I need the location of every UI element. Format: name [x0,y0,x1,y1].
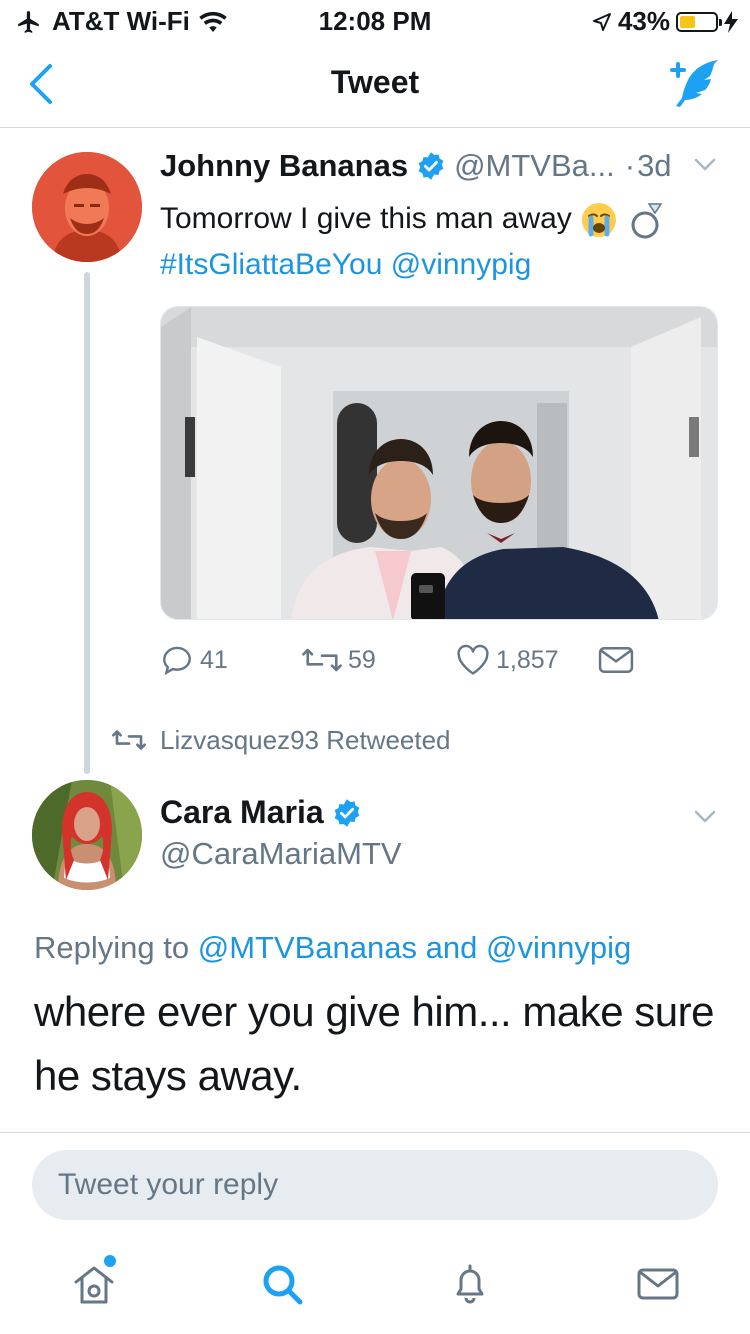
replying-mention-1[interactable]: @MTVBananas [198,930,417,965]
retweet-action[interactable]: 59 [302,640,376,680]
tweet-actions: 41 59 1,857 [160,640,720,680]
mention-link[interactable]: @vinnypig [391,248,532,281]
status-bar: AT&T Wi-Fi 12:08 PM 43% [0,0,750,40]
hashtag-link[interactable]: #ItsGliattaBeYou [160,248,382,281]
author-handle[interactable]: @CaraMariaMTV [160,836,402,872]
messages-icon[interactable] [634,1260,682,1308]
location-arrow-icon [592,12,611,31]
divider [0,1132,750,1133]
home-icon[interactable] [70,1260,118,1308]
like-count: 1,857 [496,645,559,674]
thread-line [84,272,90,774]
nav-bar: Tweet [0,40,750,128]
replying-prefix: Replying to [34,930,190,965]
battery-percent: 43% [617,6,670,36]
author-name[interactable]: Johnny Bananas [160,148,408,184]
tweet-header: Johnny Bananas @MTVBa... · 3d [160,146,720,186]
reply-icon [163,646,191,676]
retweet-context-label: Lizvasquez93 Retweeted [160,724,451,755]
retweet-icon [302,648,342,672]
dm-action[interactable] [598,640,634,680]
reply-author: Cara Maria [160,794,362,831]
envelope-icon [598,646,634,674]
chevron-down-icon[interactable] [694,808,716,826]
tweet-time: 3d [637,148,672,183]
page-title: Tweet [330,64,420,100]
reply-action[interactable]: 41 [160,640,228,680]
retweet-context[interactable]: Lizvasquez93 Retweeted [112,720,451,760]
battery-icon [676,11,722,32]
avatar[interactable] [32,780,142,890]
crying-face-icon [582,203,617,238]
replying-and[interactable]: and [426,930,478,965]
author-name[interactable]: Cara Maria [160,794,324,831]
notifications-icon[interactable] [446,1260,494,1308]
reply-placeholder: Tweet your reply [58,1168,279,1201]
retweet-icon [112,730,146,750]
search-icon[interactable] [258,1260,306,1308]
compose-tweet-icon[interactable] [666,56,722,108]
verified-badge-icon [418,152,444,180]
tab-bar [0,1236,750,1334]
reply-text: where ever you give him... make sure he … [34,988,714,1099]
charging-bolt-icon [724,10,738,33]
tweet-text: Tomorrow I give this man away #ItsGliatt… [160,196,720,288]
status-right: 43% [592,6,738,37]
avatar[interactable] [32,152,142,262]
retweet-count: 59 [348,645,376,674]
reply-input[interactable]: Tweet your reply [32,1150,718,1220]
author-handle[interactable]: @MTVBa... [454,148,615,184]
like-action[interactable]: 1,857 [456,640,559,680]
tweet-photo[interactable] [160,306,718,620]
heart-icon [457,644,489,675]
chevron-down-icon[interactable] [694,156,716,174]
verified-badge-icon [334,798,360,827]
replying-mention-2[interactable]: @vinnypig [486,930,631,965]
replying-to: Replying to @MTVBananas and @vinnypig [34,930,631,966]
tweet-body: Tomorrow I give this man away [160,202,572,235]
separator-dot: · [624,148,636,183]
ring-icon [631,203,662,239]
reply-count: 41 [200,645,228,674]
home-new-dot [104,1255,116,1267]
